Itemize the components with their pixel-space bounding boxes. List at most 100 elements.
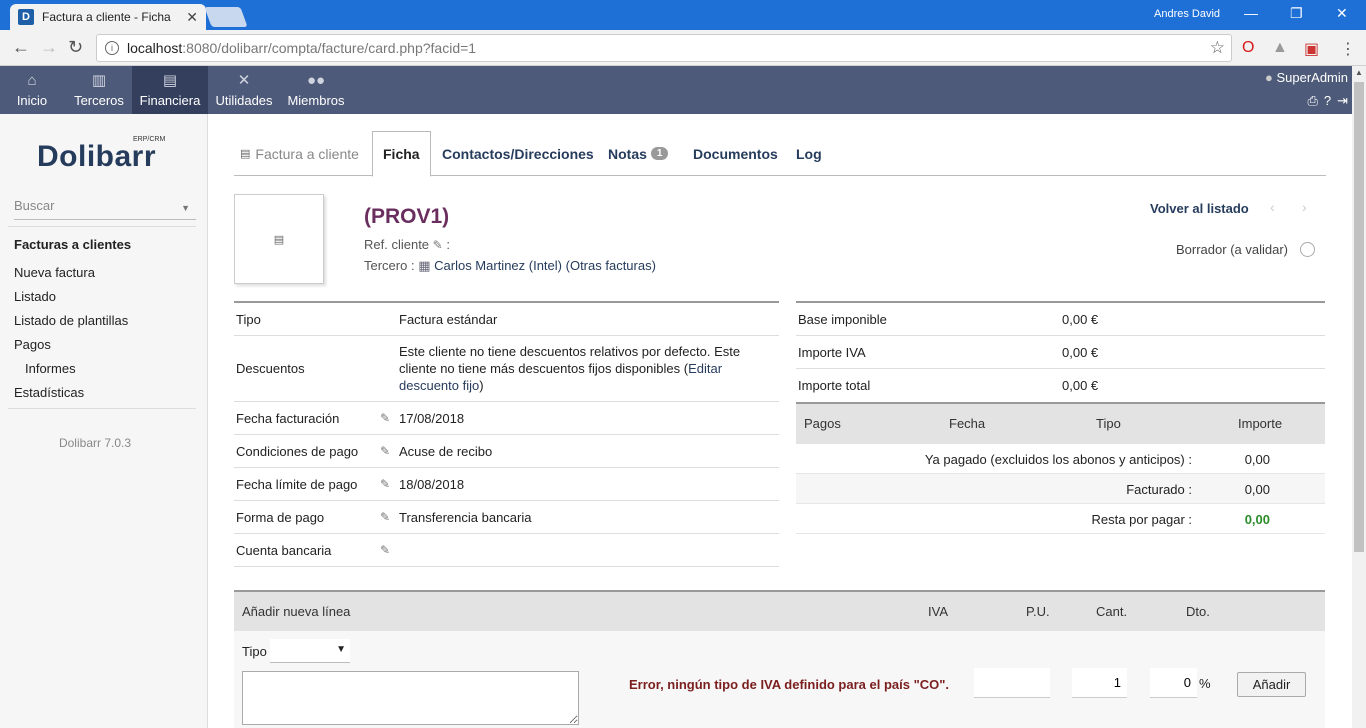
user-menu[interactable]: ● SuperAdmin	[1265, 70, 1348, 85]
user-icon: ●	[1264, 70, 1273, 85]
menu-financiera[interactable]: ▤ Financiera	[132, 66, 208, 114]
invoice-doc-icon: ▤	[240, 148, 251, 160]
browser-tab[interactable]: D Factura a cliente - Ficha ✕	[10, 4, 206, 30]
table-row: Fecha facturación ✎ 17/08/2018	[234, 402, 779, 435]
description-textarea[interactable]	[242, 671, 579, 725]
print-icon[interactable]: ⎙	[1307, 93, 1317, 109]
window-user: Andres David	[1154, 8, 1221, 20]
sidebar-divider	[8, 226, 196, 227]
table-row: Fecha límite de pago ✎ 18/08/2018	[234, 468, 779, 501]
scroll-thumb[interactable]	[1354, 82, 1364, 552]
tab-contactos[interactable]: Contactos/Direcciones	[442, 131, 594, 176]
sidebar-item-listado[interactable]: Listado	[14, 289, 56, 304]
url-path: :8080/dolibarr/compta/facture/card.php?f…	[182, 40, 477, 56]
table-row: Forma de pago ✎ Transferencia bancaria	[234, 501, 779, 534]
table-row: Descuentos Este cliente no tiene descuen…	[234, 336, 779, 402]
notas-count-badge: 1	[650, 147, 669, 160]
forward-arrow-icon[interactable]: →	[40, 37, 58, 58]
company-icon: ▦	[418, 258, 431, 273]
invoice-doc-icon: ▤	[273, 233, 285, 246]
tab-bar: ▤ Factura a cliente Ficha Contactos/Dire…	[234, 131, 1326, 177]
reload-icon[interactable]: ↻	[68, 37, 83, 58]
prev-record-icon[interactable]: ‹	[1270, 199, 1275, 215]
scroll-up-icon[interactable]: ▲	[1352, 68, 1366, 77]
finance-icon: ▤	[162, 72, 178, 89]
menu-miembros[interactable]: ●● Miembros	[284, 66, 348, 114]
invoice-ref: (PROV1)	[364, 205, 450, 228]
sidebar-item-plantillas[interactable]: Listado de plantillas	[14, 313, 128, 328]
new-tab-button[interactable]	[204, 7, 248, 27]
menu-utilidades[interactable]: ✕ Utilidades	[212, 66, 276, 114]
logout-icon[interactable]: ⇥	[1337, 93, 1348, 109]
bookmark-star-icon[interactable]: ☆	[1210, 38, 1225, 58]
top-tools: ⎙ ? ⇥	[1307, 93, 1348, 109]
edit-condiciones-icon[interactable]: ✎	[380, 444, 390, 458]
page-scrollbar[interactable]: ▲	[1352, 66, 1366, 728]
invoice-details-table: Tipo Factura estándar Descuentos Este cl…	[234, 301, 779, 567]
help-icon[interactable]: ?	[1324, 93, 1331, 109]
table-row: Ya pagado (excluidos los abonos y antici…	[796, 444, 1325, 474]
minimize-icon[interactable]: —	[1244, 5, 1258, 21]
opera-extension-icon[interactable]: O	[1242, 39, 1254, 57]
edit-fecha-icon[interactable]: ✎	[380, 411, 390, 425]
edit-cuenta-icon[interactable]: ✎	[380, 543, 390, 557]
table-row: Importe total 0,00 €	[798, 378, 1099, 393]
browser-menu-icon[interactable]: ⋮	[1340, 39, 1356, 59]
info-icon[interactable]: i	[105, 41, 119, 55]
add-line-button[interactable]: Añadir	[1237, 672, 1306, 697]
sidebar-item-estadisticas[interactable]: Estadísticas	[14, 385, 84, 400]
tab-ficha[interactable]: Ficha	[372, 131, 431, 177]
sidebar-item-nueva-factura[interactable]: Nueva factura	[14, 265, 95, 280]
drive-extension-icon[interactable]: ▲	[1272, 39, 1288, 57]
left-sidebar: ERP/CRM Dolibarr Buscar ▼ Facturas a cli…	[0, 114, 208, 728]
sidebar-divider	[8, 408, 196, 409]
companies-icon: ▥	[91, 72, 107, 89]
sidebar-head-facturas[interactable]: Facturas a clientes	[14, 237, 131, 252]
close-tab-icon[interactable]: ✕	[186, 9, 198, 26]
dropdown-arrow-icon: ▼	[181, 203, 190, 213]
edit-limite-icon[interactable]: ✎	[380, 477, 390, 491]
pocket-extension-icon[interactable]: ▣	[1304, 39, 1319, 59]
table-row: Cuenta bancaria ✎	[234, 534, 779, 567]
top-menu: ⌂ Inicio ▥ Terceros ▤ Financiera ✕ Utili…	[0, 66, 1352, 114]
tab-log[interactable]: Log	[796, 131, 822, 176]
url-field[interactable]: i localhost :8080/dolibarr/compta/factur…	[96, 34, 1232, 62]
discount-input[interactable]	[1150, 668, 1197, 698]
invoice-photo: ▤	[234, 194, 324, 284]
tab-factura-cliente[interactable]: ▤ Factura a cliente	[240, 131, 359, 176]
totals-table: Base imponible 0,00 € Importe IVA 0,00 €…	[796, 301, 1325, 402]
table-row: Facturado : 0,00	[796, 474, 1325, 504]
percent-label: %	[1199, 676, 1211, 691]
menu-terceros[interactable]: ▥ Terceros	[68, 66, 130, 114]
close-window-icon[interactable]: ✕	[1336, 5, 1348, 22]
version-label: Dolibarr 7.0.3	[58, 436, 132, 450]
ref-cliente-line: Ref. cliente ✎ :	[364, 237, 450, 252]
tercero-line: Tercero : ▦ Carlos Martinez (Intel) (Otr…	[364, 258, 656, 273]
tercero-link[interactable]: Carlos Martinez (Intel)	[434, 258, 562, 273]
quantity-input[interactable]	[1072, 668, 1127, 698]
pu-input[interactable]	[974, 668, 1050, 698]
search-select[interactable]: Buscar ▼	[14, 198, 196, 220]
otras-facturas-link[interactable]: (Otras facturas)	[566, 258, 656, 273]
sidebar-item-pagos[interactable]: Pagos	[14, 337, 51, 352]
tab-documentos[interactable]: Documentos	[693, 131, 778, 176]
back-to-list-link[interactable]: Volver al listado	[1150, 201, 1249, 216]
edit-ref-cliente-icon[interactable]: ✎	[433, 238, 443, 252]
table-row: Condiciones de pago ✎ Acuse de recibo	[234, 435, 779, 468]
table-row: Base imponible 0,00 €	[796, 303, 1325, 336]
url-host: localhost	[127, 40, 183, 56]
sidebar-item-informes[interactable]: Informes	[25, 361, 76, 376]
tab-notas[interactable]: Notas 1	[608, 131, 669, 176]
iva-error-message: Error, ningún tipo de IVA definido para …	[629, 677, 950, 692]
restore-icon[interactable]: ❐	[1290, 5, 1303, 22]
members-icon: ●●	[306, 72, 326, 89]
back-arrow-icon[interactable]: ←	[12, 37, 30, 58]
tools-icon: ✕	[237, 72, 251, 89]
menu-inicio[interactable]: ⌂ Inicio	[8, 66, 56, 114]
dolibarr-favicon-icon: D	[18, 9, 34, 25]
edit-forma-icon[interactable]: ✎	[380, 510, 390, 524]
payments-table: Pagos Fecha Tipo Importe Ya pagado (excl…	[796, 402, 1325, 534]
tipo-select[interactable]: ▼	[270, 639, 350, 663]
table-row: Resta por pagar : 0,00	[796, 504, 1325, 534]
next-record-icon[interactable]: ›	[1302, 199, 1307, 215]
